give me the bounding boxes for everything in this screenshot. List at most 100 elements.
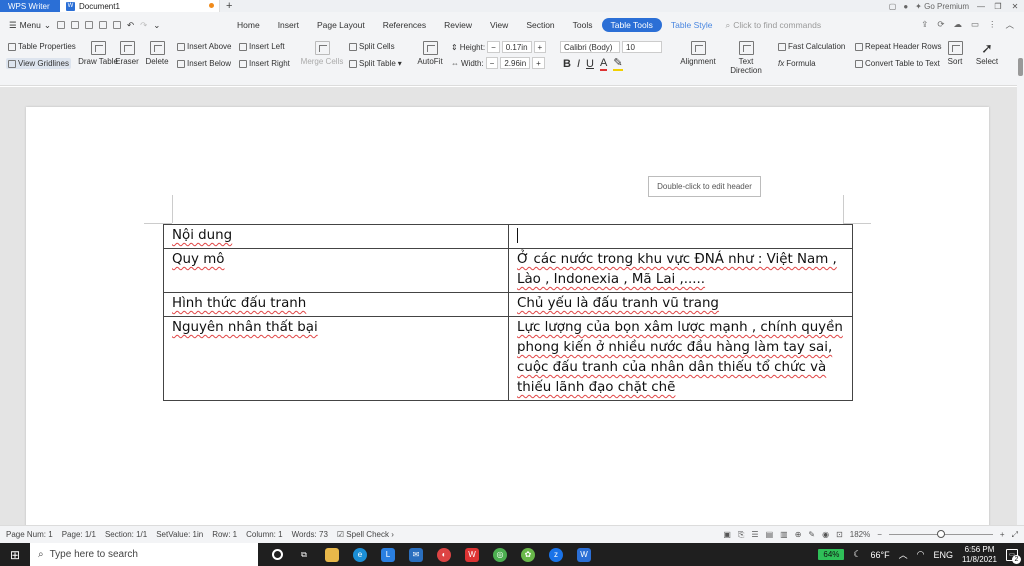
eraser-button[interactable]: Eraser — [114, 41, 140, 66]
find-commands[interactable]: ⌕ Click to find commands — [725, 20, 873, 31]
eye-protection-icon[interactable]: ◉ — [822, 530, 829, 539]
document-tab[interactable]: W Document1 — [60, 0, 220, 12]
open-icon[interactable] — [57, 21, 66, 29]
wps-app-icon[interactable]: W — [465, 547, 479, 562]
pen-icon[interactable]: ✎ — [808, 530, 815, 539]
convert-table-to-text-button[interactable]: Convert Table to Text — [855, 59, 940, 68]
undo-icon[interactable]: ↶ — [127, 20, 134, 31]
edge-icon[interactable]: e — [353, 547, 367, 562]
scrollbar-thumb[interactable] — [1018, 58, 1023, 76]
status-set-value[interactable]: SetValue: 1in — [156, 530, 203, 539]
language-indicator[interactable]: ENG — [933, 550, 953, 560]
height-increase-button[interactable]: + — [533, 41, 547, 53]
menu-button[interactable]: ☰ Menu ⌄ — [9, 20, 51, 31]
go-premium-button[interactable]: ✦ Go Premium — [915, 2, 969, 11]
mail-icon[interactable]: ✉ — [409, 547, 423, 562]
height-decrease-button[interactable]: − — [487, 41, 500, 53]
insert-left-button[interactable]: Insert Left — [239, 42, 285, 51]
document-page[interactable]: Double-click to edit header Nội dung Quy… — [26, 107, 989, 525]
fit-page-icon[interactable]: ⊡ — [836, 530, 843, 539]
text-direction-button[interactable]: Text Direction — [726, 41, 766, 75]
taskbar-search[interactable]: ⌕ Type here to search — [30, 543, 258, 566]
lingo-app-icon[interactable]: L — [381, 547, 395, 562]
battery-indicator[interactable]: 64% — [818, 549, 845, 560]
share-icon[interactable]: ⇪ — [921, 19, 928, 31]
tab-table-tools[interactable]: Table Tools — [601, 18, 662, 32]
more-icon[interactable]: ⋮ — [988, 19, 997, 31]
zoom-out-button[interactable]: − — [877, 530, 882, 539]
delete-button[interactable]: Delete — [142, 41, 172, 66]
avatar[interactable]: ● — [903, 2, 908, 11]
table-cell[interactable]: Hình thức đấu tranh — [163, 292, 509, 317]
zoom-in-button[interactable]: + — [1000, 530, 1005, 539]
page-view-icon[interactable]: ▤ — [766, 530, 774, 539]
draw-table-button[interactable]: Draw Table — [78, 41, 118, 66]
status-section[interactable]: Section: 1/1 — [105, 530, 147, 539]
width-increase-button[interactable]: + — [532, 57, 545, 69]
tray-expand-icon[interactable]: ︿ — [899, 548, 908, 561]
save-icon[interactable] — [71, 21, 80, 29]
alignment-button[interactable]: Alignment — [676, 41, 720, 66]
layout-icon[interactable]: ▢ — [889, 2, 897, 11]
file-explorer-icon[interactable] — [325, 547, 339, 562]
customize-icon[interactable]: ⌄ — [153, 20, 160, 31]
zalo-icon[interactable]: z — [549, 547, 563, 562]
tab-section[interactable]: Section — [517, 20, 563, 30]
document-canvas[interactable]: Double-click to edit header Nội dung Quy… — [0, 87, 1017, 525]
weather-temp[interactable]: 66°F — [871, 550, 890, 560]
status-page[interactable]: Page: 1/1 — [62, 530, 96, 539]
font-color-button[interactable]: A — [599, 57, 608, 71]
fast-calculation-button[interactable]: Fast Calculation — [778, 42, 845, 51]
tab-tools[interactable]: Tools — [564, 20, 602, 30]
split-cells-button[interactable]: Split Cells — [349, 42, 395, 51]
formula-button[interactable]: fx Formula — [778, 59, 816, 68]
table-cell[interactable]: Nội dung — [163, 224, 509, 249]
tab-page-layout[interactable]: Page Layout — [308, 20, 374, 30]
print-preview-icon[interactable] — [113, 21, 122, 29]
table-properties-button[interactable]: Table Properties — [8, 42, 76, 51]
document-table[interactable]: Nội dung Quy mô Ở các nước trong khu vực… — [163, 224, 853, 401]
status-words[interactable]: Words: 73 — [292, 530, 328, 539]
expand-icon[interactable]: ⤢ — [1012, 530, 1018, 540]
vertical-scrollbar[interactable] — [1017, 38, 1024, 525]
table-cell-active[interactable] — [508, 224, 853, 249]
repeat-header-rows-button[interactable]: Repeat Header Rows — [855, 42, 941, 51]
windows-start-icon[interactable]: ⊞ — [0, 548, 30, 562]
zoom-level[interactable]: 182% — [850, 530, 870, 539]
table-cell[interactable]: Ở các nước trong khu vực ĐNÁ như : Việt … — [508, 248, 853, 293]
tab-view[interactable]: View — [481, 20, 517, 30]
autofit-button[interactable]: AutoFit — [413, 41, 447, 66]
protect-icon[interactable]: ⎘ — [738, 530, 744, 540]
view-gridlines-button[interactable]: View Gridlines — [6, 58, 71, 69]
clock[interactable]: 6:56 PM 11/8/2021 — [962, 545, 997, 565]
task-view-icon[interactable]: ⧉ — [297, 548, 311, 562]
reading-mode-icon[interactable]: ▥ — [780, 530, 788, 539]
status-column[interactable]: Column: 1 — [246, 530, 282, 539]
redo-icon[interactable]: ↷ — [140, 20, 147, 31]
bold-button[interactable]: B — [563, 58, 571, 70]
split-table-button[interactable]: Split Table ▾ — [349, 59, 402, 68]
print-icon[interactable] — [99, 21, 108, 29]
comment-icon[interactable]: ▭ — [971, 19, 979, 31]
collapse-ribbon-icon[interactable]: ︿ — [1005, 19, 1014, 31]
highlight-icon[interactable]: ✎ — [613, 56, 623, 71]
status-page-num[interactable]: Page Num: 1 — [6, 530, 53, 539]
width-input[interactable]: 2.96in — [500, 57, 531, 69]
spell-check-button[interactable]: ☑ Spell Check › — [337, 530, 394, 539]
tab-review[interactable]: Review — [435, 20, 481, 30]
underline-button[interactable]: U — [586, 58, 594, 70]
height-input[interactable]: 0.17in — [501, 41, 532, 53]
weather-icon[interactable]: ☾ — [853, 549, 861, 560]
cloud-icon[interactable]: ☁ — [953, 19, 962, 31]
insert-above-button[interactable]: Insert Above — [177, 42, 231, 51]
tab-table-style[interactable]: Table Style — [662, 20, 722, 30]
select-button[interactable]: ➚ Select — [971, 41, 1003, 67]
font-name-select[interactable]: Calibri (Body) — [560, 41, 620, 53]
font-size-select[interactable]: 10 — [622, 41, 662, 53]
table-cell[interactable]: Nguyên nhân thất bại — [163, 316, 509, 401]
table-cell[interactable]: Lực lượng của bọn xâm lược mạnh , chính … — [508, 316, 853, 401]
tab-insert[interactable]: Insert — [269, 20, 308, 30]
new-tab-button[interactable]: + — [220, 0, 238, 12]
web-layout-icon[interactable]: ⊕ — [795, 530, 802, 539]
italic-button[interactable]: I — [577, 58, 580, 70]
